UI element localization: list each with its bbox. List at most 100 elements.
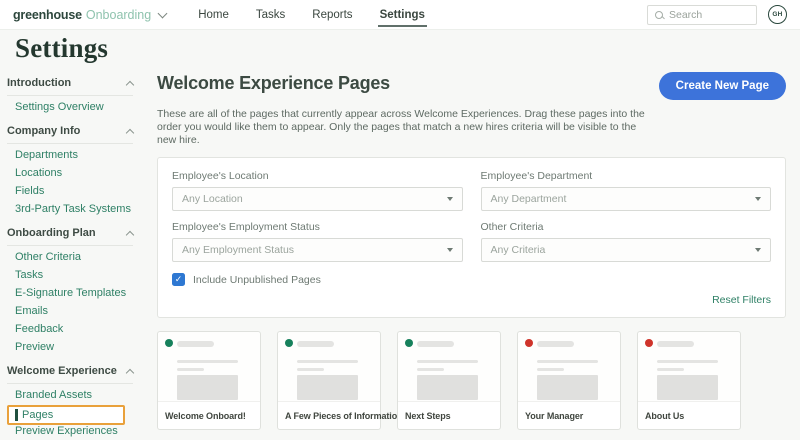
other-criteria-filter-select[interactable]: Any Criteria [480, 238, 771, 262]
include-unpublished-label: Include Unpublished Pages [193, 273, 321, 286]
search-box[interactable] [647, 4, 757, 25]
sidebar-item-preview-experiences[interactable]: Preview Experiences [0, 424, 150, 440]
caret-down-icon [446, 197, 453, 201]
page-card[interactable]: Welcome Onboard! [157, 331, 261, 430]
nav-link-home[interactable]: Home [198, 0, 229, 30]
chevron-up-icon [125, 230, 135, 239]
sidebar: Introduction Settings Overview Company I… [0, 69, 150, 440]
sidebar-item-tasks[interactable]: Tasks [0, 268, 150, 286]
page-title: Settings [15, 33, 109, 63]
skeleton-line [537, 341, 574, 347]
sidebar-item-preview[interactable]: Preview [0, 340, 150, 358]
divider [7, 95, 133, 96]
include-unpublished-checkbox[interactable]: ✓ [172, 273, 185, 286]
page-card[interactable]: About Us [637, 331, 741, 430]
skeleton-block [417, 375, 478, 400]
include-unpublished-row: ✓ Include Unpublished Pages [172, 273, 771, 286]
chevron-up-icon [125, 80, 135, 89]
divider [7, 245, 133, 246]
primary-nav: Home Tasks Reports Settings [198, 0, 428, 30]
create-new-page-button[interactable]: Create New Page [658, 72, 786, 100]
sidebar-section-header-onboarding-plan[interactable]: Onboarding Plan [7, 226, 135, 240]
main-header: Welcome Experience Pages Create New Page [157, 72, 786, 100]
search-input[interactable] [669, 8, 749, 21]
sidebar-item-branded-assets[interactable]: Branded Assets [0, 388, 150, 406]
filters-panel: Employee's Location Any Location Employe… [157, 157, 786, 318]
status-dot [525, 339, 533, 347]
reset-row: Reset Filters [172, 290, 771, 308]
filter-field-other-criteria: Other Criteria Any Criteria [480, 221, 771, 262]
page-thumbnail [158, 332, 260, 402]
top-nav: greenhouse Onboarding Home Tasks Reports… [0, 0, 800, 30]
select-value: Any Criteria [490, 244, 546, 256]
chevron-up-icon [125, 368, 135, 377]
sidebar-item-emails[interactable]: Emails [0, 304, 150, 322]
page-thumbnail [278, 332, 380, 402]
page-card[interactable]: Your Manager [517, 331, 621, 430]
status-dot [645, 339, 653, 347]
page-card-title: A Few Pieces of Information [285, 410, 403, 421]
sidebar-item-locations[interactable]: Locations [0, 166, 150, 184]
nav-link-settings[interactable]: Settings [377, 0, 428, 30]
skeleton-line [297, 341, 334, 347]
skeleton-line [657, 360, 718, 363]
page-card-title: Welcome Onboard! [165, 410, 246, 421]
nav-link-tasks[interactable]: Tasks [256, 0, 285, 30]
nav-link-reports[interactable]: Reports [312, 0, 352, 30]
employment-status-filter-select[interactable]: Any Employment Status [172, 238, 463, 262]
select-value: Any Employment Status [182, 244, 295, 256]
sidebar-section-introduction: Introduction Settings Overview [0, 76, 150, 118]
sidebar-item-pages[interactable]: Pages [7, 405, 125, 425]
sidebar-item-feedback[interactable]: Feedback [0, 322, 150, 340]
brand-product-name: Onboarding [85, 7, 152, 22]
sidebar-item-settings-overview[interactable]: Settings Overview [0, 100, 150, 118]
sidebar-section-label: Onboarding Plan [7, 227, 96, 239]
skeleton-line [657, 341, 694, 347]
brand-logo: greenhouse [13, 7, 82, 22]
skeleton-line [297, 368, 324, 371]
chevron-up-icon [125, 128, 135, 137]
filter-field-location: Employee's Location Any Location [172, 170, 463, 211]
status-dot [165, 339, 173, 347]
skeleton-line [297, 360, 358, 363]
sidebar-section-onboarding-plan: Onboarding Plan Other Criteria Tasks E-S… [0, 226, 150, 358]
sidebar-section-label: Welcome Experience [7, 365, 117, 377]
sidebar-item-departments[interactable]: Departments [0, 148, 150, 166]
caret-down-icon [755, 197, 761, 201]
skeleton-line [417, 341, 454, 347]
page-card[interactable]: A Few Pieces of Information [277, 331, 403, 430]
caret-down-icon [446, 248, 453, 252]
section-heading: Welcome Experience Pages [157, 73, 390, 93]
sidebar-item-e-signature-templates[interactable]: E-Signature Templates [0, 286, 150, 304]
select-value: Any Location [182, 193, 243, 205]
checkmark-icon: ✓ [174, 274, 183, 284]
page-cards-row-1: Welcome Onboard! A Few Pieces of Informa… [157, 331, 786, 430]
sidebar-section-header-introduction[interactable]: Introduction [7, 76, 135, 90]
brand-menu[interactable]: greenhouse Onboarding [13, 7, 168, 22]
sidebar-item-fields[interactable]: Fields [0, 184, 150, 202]
department-filter-select[interactable]: Any Department [480, 187, 771, 211]
sidebar-section-header-company-info[interactable]: Company Info [7, 124, 135, 138]
location-filter-select[interactable]: Any Location [172, 187, 463, 211]
page-card-title: Your Manager [525, 410, 584, 421]
avatar[interactable]: GH [768, 5, 787, 24]
caret-down-icon [755, 248, 761, 252]
status-dot [285, 339, 293, 347]
sidebar-item-other-criteria[interactable]: Other Criteria [0, 250, 150, 268]
skeleton-block [537, 375, 598, 400]
reset-filters-link[interactable]: Reset Filters [712, 294, 771, 306]
filter-label: Other Criteria [480, 221, 544, 233]
filter-grid: Employee's Location Any Location Employe… [172, 170, 771, 262]
page-card[interactable]: Next Steps [397, 331, 501, 430]
sidebar-section-label: Introduction [7, 77, 72, 89]
divider [7, 383, 133, 384]
nav-right: GH [647, 4, 787, 25]
page-thumbnail [518, 332, 620, 402]
skeleton-line [417, 368, 444, 371]
page-thumbnail [638, 332, 740, 402]
sidebar-section-header-welcome-experience[interactable]: Welcome Experience [7, 364, 135, 378]
skeleton-line [177, 341, 214, 347]
skeleton-block [297, 375, 358, 400]
filter-field-employment-status: Employee's Employment Status Any Employm… [172, 221, 463, 262]
sidebar-item-3rd-party-task-systems[interactable]: 3rd-Party Task Systems [0, 202, 150, 220]
